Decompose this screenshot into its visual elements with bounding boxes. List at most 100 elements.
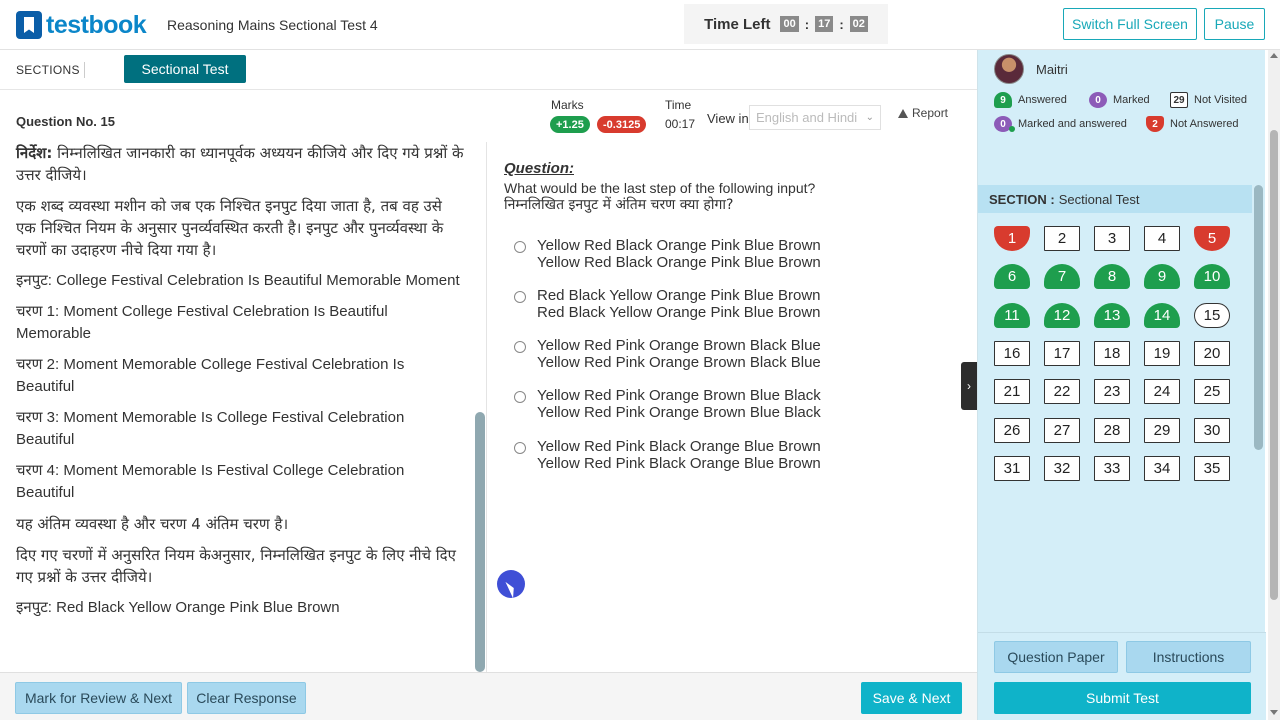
palette-question-5[interactable]: 5 xyxy=(1194,226,1230,251)
collapse-panel-button[interactable]: › xyxy=(961,362,977,410)
palette-question-27[interactable]: 27 xyxy=(1044,417,1080,443)
legend-answered: 9 Answered xyxy=(994,92,1067,108)
radio-button[interactable] xyxy=(514,391,526,403)
marked-answered-label: Marked and answered xyxy=(1018,118,1127,130)
palette-question-34[interactable]: 34 xyxy=(1144,455,1180,481)
not-visited-label: Not Visited xyxy=(1194,94,1247,106)
pause-button[interactable]: Pause xyxy=(1204,8,1265,40)
palette-question-14[interactable]: 14 xyxy=(1144,302,1180,328)
question-paper-button[interactable]: Question Paper xyxy=(994,641,1118,673)
sections-bar: SECTIONS Sectional Test xyxy=(0,50,977,90)
question-palette-panel: Maitri 9 Answered 0 Marked 29 Not Visite… xyxy=(977,50,1266,720)
passage-paragraph: यह अंतिम व्यवस्था है और चरण 4 अंतिम चरण … xyxy=(16,515,289,533)
scroll-down-icon[interactable] xyxy=(1270,710,1278,715)
palette-question-6[interactable]: 6 xyxy=(994,264,1030,290)
option-text-english: Red Black Yellow Orange Pink Blue Brown xyxy=(537,287,821,304)
option-1[interactable]: Yellow Red Black Orange Pink Blue Brown Y… xyxy=(514,237,914,271)
option-5[interactable]: Yellow Red Pink Black Orange Blue Brown Y… xyxy=(514,438,914,472)
top-header: testbook Reasoning Mains Sectional Test … xyxy=(0,0,1280,50)
sections-label: SECTIONS xyxy=(16,63,80,77)
question-heading: Question: xyxy=(504,160,574,177)
negative-marks-badge: -0.3125 xyxy=(597,116,647,133)
palette-question-1[interactable]: 1 xyxy=(994,226,1030,251)
window-scrollbar[interactable] xyxy=(1268,50,1280,720)
palette-question-16[interactable]: 16 xyxy=(994,340,1030,366)
palette-question-24[interactable]: 24 xyxy=(1144,379,1180,405)
radio-button[interactable] xyxy=(514,241,526,253)
radio-button[interactable] xyxy=(514,291,526,303)
report-button[interactable]: Report xyxy=(898,106,948,120)
save-next-button[interactable]: Save & Next xyxy=(861,682,962,714)
option-4[interactable]: Yellow Red Pink Orange Brown Blue Black Y… xyxy=(514,387,914,421)
palette-question-8[interactable]: 8 xyxy=(1094,264,1130,290)
palette-question-31[interactable]: 31 xyxy=(994,455,1030,481)
palette-question-12[interactable]: 12 xyxy=(1044,302,1080,328)
scroll-up-icon[interactable] xyxy=(1270,53,1278,58)
palette-question-13[interactable]: 13 xyxy=(1094,302,1130,328)
palette-question-22[interactable]: 22 xyxy=(1044,379,1080,405)
timer: Time Left 00 : 17 : 02 xyxy=(684,4,888,44)
palette-question-29[interactable]: 29 xyxy=(1144,417,1180,443)
palette-question-23[interactable]: 23 xyxy=(1094,379,1130,405)
palette-question-9[interactable]: 9 xyxy=(1144,264,1180,290)
palette-scrollbar[interactable] xyxy=(1254,185,1263,450)
direction-text: निम्नलिखित जानकारी का ध्यानपूर्वक अध्ययन… xyxy=(16,144,464,184)
report-label: Report xyxy=(912,106,949,120)
passage-scrollbar[interactable] xyxy=(475,412,485,672)
timer-label: Time Left xyxy=(704,15,771,33)
option-text-hindi: Yellow Red Pink Orange Brown Black Blue xyxy=(537,354,821,371)
radio-button[interactable] xyxy=(514,341,526,353)
palette-question-20[interactable]: 20 xyxy=(1194,340,1230,366)
legend-not-answered: 2 Not Answered xyxy=(1146,116,1238,132)
avatar xyxy=(994,54,1024,84)
option-3[interactable]: Yellow Red Pink Orange Brown Black Blue Y… xyxy=(514,337,914,371)
palette-question-35[interactable]: 35 xyxy=(1194,455,1230,481)
palette-question-11[interactable]: 11 xyxy=(994,302,1030,328)
question-meta-bar: Question No. 15 Marks +1.25 -0.3125 Time… xyxy=(0,90,977,142)
palette-question-28[interactable]: 28 xyxy=(1094,417,1130,443)
tab-sectional-test[interactable]: Sectional Test xyxy=(124,55,246,83)
legend-marked-answered: 0 Marked and answered xyxy=(994,116,1127,132)
test-title: Reasoning Mains Sectional Test 4 xyxy=(167,17,378,33)
palette-question-4[interactable]: 4 xyxy=(1144,226,1180,251)
option-text: Yellow Red Pink Orange Brown Blue Black Y… xyxy=(537,387,821,421)
language-select[interactable]: English and Hindi ⌄ xyxy=(749,105,881,130)
direction-paragraph: निर्देश: निम्नलिखित जानकारी का ध्यानपूर्… xyxy=(16,142,466,186)
mark-for-review-button[interactable]: Mark for Review & Next xyxy=(15,682,182,714)
submit-test-button[interactable]: Submit Test xyxy=(994,682,1251,714)
scrollbar-thumb[interactable] xyxy=(1270,130,1278,600)
switch-fullscreen-button[interactable]: Switch Full Screen xyxy=(1063,8,1197,40)
direction-label: निर्देश: xyxy=(16,144,53,162)
palette-question-32[interactable]: 32 xyxy=(1044,455,1080,481)
palette-question-17[interactable]: 17 xyxy=(1044,340,1080,366)
radio-button[interactable] xyxy=(514,442,526,454)
palette-question-26[interactable]: 26 xyxy=(994,417,1030,443)
palette-question-18[interactable]: 18 xyxy=(1094,340,1130,366)
option-text-english: Yellow Red Pink Orange Brown Black Blue xyxy=(537,337,821,354)
option-text-hindi: Yellow Red Black Orange Pink Blue Brown xyxy=(537,254,821,271)
palette-question-7[interactable]: 7 xyxy=(1044,264,1080,290)
palette-question-2[interactable]: 2 xyxy=(1044,226,1080,251)
instructions-button[interactable]: Instructions xyxy=(1126,641,1251,673)
palette-question-25[interactable]: 25 xyxy=(1194,379,1230,405)
palette-question-21[interactable]: 21 xyxy=(994,379,1030,405)
option-text: Yellow Red Black Orange Pink Blue Brown Y… xyxy=(537,237,821,271)
legend-not-visited: 29 Not Visited xyxy=(1170,92,1247,108)
option-2[interactable]: Red Black Yellow Orange Pink Blue Brown R… xyxy=(514,287,914,321)
warning-icon xyxy=(898,108,908,118)
timer-separator: : xyxy=(804,16,810,32)
palette-question-19[interactable]: 19 xyxy=(1144,340,1180,366)
palette-question-15[interactable]: 15 xyxy=(1194,302,1230,328)
question-time: 00:17 xyxy=(665,117,696,131)
option-text-hindi: Red Black Yellow Orange Pink Blue Brown xyxy=(537,304,821,321)
clear-response-button[interactable]: Clear Response xyxy=(187,682,306,714)
passage-paragraph: इनपुट: Red Black Yellow Orange Pink Blue… xyxy=(16,599,340,616)
testbook-logo[interactable]: testbook xyxy=(16,10,147,40)
chevron-down-icon: ⌄ xyxy=(865,112,874,123)
palette-question-3[interactable]: 3 xyxy=(1094,226,1130,251)
timer-separator: : xyxy=(839,16,844,32)
passage-paragraph: इनपुट: College Festival Celebration Is B… xyxy=(16,272,460,289)
palette-question-30[interactable]: 30 xyxy=(1194,417,1230,443)
palette-question-33[interactable]: 33 xyxy=(1094,455,1130,481)
palette-question-10[interactable]: 10 xyxy=(1194,264,1230,290)
